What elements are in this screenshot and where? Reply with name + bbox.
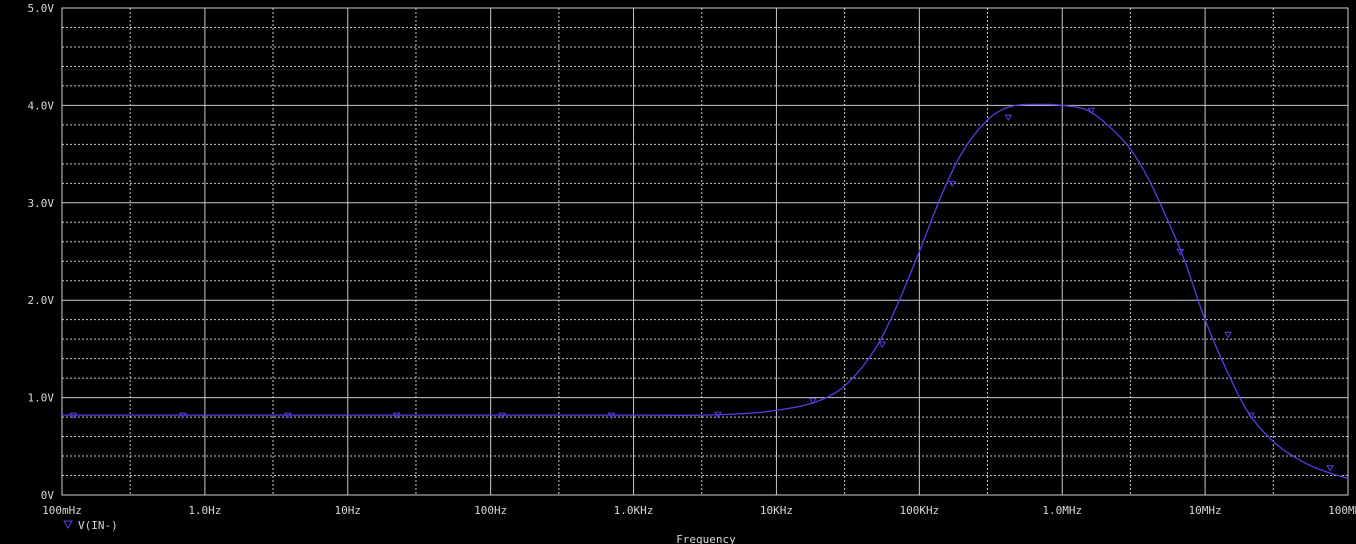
plot-background [0, 0, 1356, 544]
y-tick-label: 0V [41, 489, 55, 502]
x-tick-label: 1.0MHz [1042, 504, 1082, 517]
x-axis-title: Frequency [676, 533, 736, 544]
legend-label: V(IN-) [78, 519, 118, 532]
x-tick-label: 10Hz [335, 504, 362, 517]
y-tick-label: 1.0V [28, 392, 55, 405]
x-tick-label: 100KHz [899, 504, 939, 517]
y-tick-label: 4.0V [28, 99, 55, 112]
x-tick-label: 100MHz [1328, 504, 1356, 517]
y-tick-label: 2.0V [28, 294, 55, 307]
x-tick-label: 100mHz [42, 504, 82, 517]
x-tick-label: 1.0KHz [614, 504, 654, 517]
x-tick-label: 100Hz [474, 504, 507, 517]
y-tick-label: 5.0V [28, 2, 55, 15]
y-tick-label: 3.0V [28, 197, 55, 210]
x-tick-label: 10KHz [760, 504, 793, 517]
x-tick-label: 10MHz [1189, 504, 1222, 517]
chart: 100mHz 1.0Hz 10Hz 100Hz 1.0KHz 10KHz 100KHz 1.0… [0, 0, 1356, 544]
x-tick-label: 1.0Hz [188, 504, 221, 517]
